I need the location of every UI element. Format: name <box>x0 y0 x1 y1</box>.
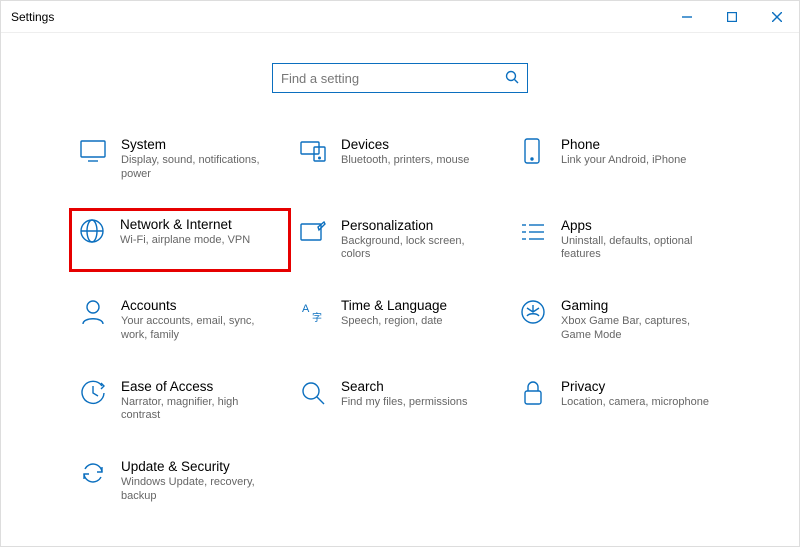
personalization-icon <box>299 218 327 246</box>
apps-icon <box>519 218 547 246</box>
content-area: System Display, sound, notifications, po… <box>1 33 799 508</box>
tile-desc: Xbox Game Bar, captures, Game Mode <box>561 315 716 343</box>
tile-personalization[interactable]: Personalization Background, lock screen,… <box>295 214 505 267</box>
tile-title: Apps <box>561 218 716 233</box>
tile-update[interactable]: Update & Security Windows Update, recove… <box>75 455 285 508</box>
tile-desc: Speech, region, date <box>341 315 447 329</box>
tile-title: Network & Internet <box>120 217 250 232</box>
tile-title: Update & Security <box>121 459 276 474</box>
search-input[interactable] <box>281 71 505 86</box>
window-controls <box>664 1 799 33</box>
tile-desc: Wi-Fi, airplane mode, VPN <box>120 234 250 248</box>
tile-title: Phone <box>561 137 686 152</box>
tile-title: Time & Language <box>341 298 447 313</box>
tile-desc: Your accounts, email, sync, work, family <box>121 315 276 343</box>
tile-desc: Windows Update, recovery, backup <box>121 476 276 504</box>
maximize-button[interactable] <box>709 1 754 33</box>
tile-system[interactable]: System Display, sound, notifications, po… <box>75 133 285 186</box>
tile-gaming[interactable]: Gaming Xbox Game Bar, captures, Game Mod… <box>515 294 725 347</box>
tile-desc: Location, camera, microphone <box>561 396 709 410</box>
titlebar: Settings <box>1 1 799 33</box>
tile-title: Devices <box>341 137 469 152</box>
tile-time[interactable]: A字 Time & Language Speech, region, date <box>295 294 505 347</box>
devices-icon <box>299 137 327 165</box>
svg-text:字: 字 <box>312 311 322 324</box>
ease-icon <box>79 379 107 407</box>
tile-devices[interactable]: Devices Bluetooth, printers, mouse <box>295 133 505 186</box>
update-icon <box>79 459 107 487</box>
minimize-icon <box>682 12 692 22</box>
tile-title: Accounts <box>121 298 276 313</box>
tile-accounts[interactable]: Accounts Your accounts, email, sync, wor… <box>75 294 285 347</box>
close-button[interactable] <box>754 1 799 33</box>
tile-desc: Background, lock screen, colors <box>341 235 496 263</box>
tile-search[interactable]: Search Find my files, permissions <box>295 375 505 428</box>
tile-title: Privacy <box>561 379 709 394</box>
tile-ease-of-access[interactable]: Ease of Access Narrator, magnifier, high… <box>75 375 285 428</box>
privacy-icon <box>519 379 547 407</box>
phone-icon <box>519 137 547 165</box>
tile-apps[interactable]: Apps Uninstall, defaults, optional featu… <box>515 214 725 267</box>
search-icon <box>505 70 519 87</box>
maximize-icon <box>727 12 737 22</box>
time-icon: A字 <box>299 298 327 326</box>
tile-title: Gaming <box>561 298 716 313</box>
network-icon <box>78 217 106 245</box>
tile-desc: Bluetooth, printers, mouse <box>341 154 469 168</box>
search-box[interactable] <box>272 63 528 93</box>
tile-desc: Uninstall, defaults, optional features <box>561 235 716 263</box>
tile-title: System <box>121 137 276 152</box>
tile-title: Personalization <box>341 218 496 233</box>
close-icon <box>772 12 782 22</box>
tile-desc: Find my files, permissions <box>341 396 468 410</box>
tile-desc: Link your Android, iPhone <box>561 154 686 168</box>
accounts-icon <box>79 298 107 326</box>
window-title: Settings <box>11 10 54 24</box>
tile-phone[interactable]: Phone Link your Android, iPhone <box>515 133 725 186</box>
svg-text:A: A <box>302 303 310 315</box>
tile-network[interactable]: Network & Internet Wi-Fi, airplane mode,… <box>69 208 291 273</box>
gaming-icon <box>519 298 547 326</box>
search-container <box>1 63 799 93</box>
tile-privacy[interactable]: Privacy Location, camera, microphone <box>515 375 725 428</box>
tile-desc: Display, sound, notifications, power <box>121 154 276 182</box>
tile-title: Ease of Access <box>121 379 276 394</box>
minimize-button[interactable] <box>664 1 709 33</box>
tile-title: Search <box>341 379 468 394</box>
search-tile-icon <box>299 379 327 407</box>
tile-desc: Narrator, magnifier, high contrast <box>121 396 276 424</box>
system-icon <box>79 137 107 165</box>
settings-grid: System Display, sound, notifications, po… <box>1 133 799 508</box>
